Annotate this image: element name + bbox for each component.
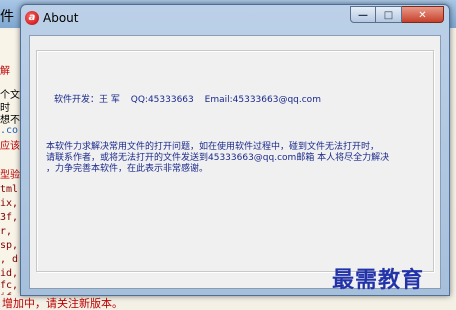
background-text-line: sp, [0, 240, 19, 251]
developer-info-line: 软件开发：王 军 QQ:45333663 Email:45333663@qq.c… [54, 92, 329, 105]
background-text-line: 想不 [0, 115, 20, 126]
minimize-button[interactable]: — [350, 6, 376, 23]
background-text-line: id, [0, 268, 19, 279]
background-text-line: 应该 [0, 141, 20, 152]
developer-label: 软件开发：王 军 [54, 95, 120, 105]
background-text-line: ix, [0, 198, 19, 209]
about-dialog: a About — □ ✕ 软件开发：王 军 QQ:45333663 Email… [20, 4, 450, 296]
background-app-title: 件 [0, 9, 14, 25]
background-text-line: , d [0, 254, 19, 265]
email-address: Email:45333663@qq.com [204, 95, 321, 105]
background-app-statusbar: 增加中，请关注新版本。 [0, 295, 456, 310]
dialog-client-area: 软件开发：王 军 QQ:45333663 Email:45333663@qq.c… [29, 35, 441, 289]
dialog-title: About [43, 11, 79, 25]
watermark-text: 最需教育 [332, 268, 425, 293]
background-text-line: 3f, [0, 212, 19, 223]
close-button[interactable]: ✕ [402, 6, 444, 23]
background-text-line: tml [0, 184, 19, 195]
qq-number: QQ:45333663 [130, 95, 194, 105]
background-text-line: 解 [0, 66, 10, 77]
window-controls: — □ ✕ [350, 6, 444, 24]
maximize-button[interactable]: □ [376, 6, 402, 23]
screen: 件 解个文时想不.co应该型验tmlix,3f,r,sp,, did,fc,if… [0, 0, 456, 310]
background-text-line: r, [0, 226, 13, 237]
app-icon: a [25, 11, 39, 25]
background-text-line: 型验 [0, 170, 20, 181]
dialog-titlebar[interactable]: a About — □ ✕ [21, 5, 449, 31]
background-text-line: fc, [0, 280, 19, 291]
description-text: 本软件力求解决常用文件的打开问题，如在使用软件过程中，碰到文件无法打开时， 请联… [46, 142, 390, 174]
background-text-line: .co [0, 125, 19, 136]
background-app-status-text: 增加中，请关注新版本。 [2, 297, 123, 310]
